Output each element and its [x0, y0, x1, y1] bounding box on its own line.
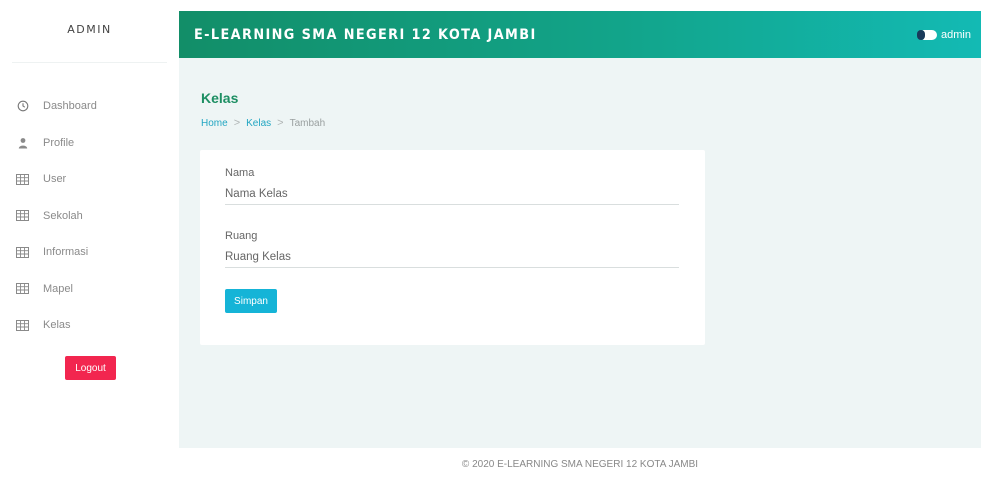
sidebar-item-label: Informasi — [43, 246, 89, 259]
sidebar-item-user[interactable]: User — [0, 161, 179, 198]
logout-button[interactable]: Logout — [65, 356, 116, 380]
table-icon — [16, 173, 29, 186]
sidebar-item-label: Mapel — [43, 282, 73, 295]
sidebar-divider — [12, 62, 167, 63]
sidebar-item-kelas[interactable]: Kelas — [0, 307, 179, 344]
breadcrumb-separator-icon: > — [233, 117, 241, 129]
sidebar-item-profile[interactable]: Profile — [0, 125, 179, 162]
top-header: E-LEARNING SMA NEGERI 12 KOTA JAMBI admi… — [179, 11, 981, 58]
sidebar-item-informasi[interactable]: Informasi — [0, 234, 179, 271]
clock-icon — [16, 100, 29, 113]
breadcrumb-home[interactable]: Home — [201, 118, 228, 129]
user-menu[interactable]: admin — [917, 28, 971, 41]
breadcrumb-kelas[interactable]: Kelas — [246, 118, 271, 129]
footer: © 2020 E-LEARNING SMA NEGERI 12 KOTA JAM… — [179, 448, 981, 481]
save-button[interactable]: Simpan — [225, 289, 277, 313]
sidebar-item-mapel[interactable]: Mapel — [0, 271, 179, 308]
sidebar-item-label: Profile — [43, 136, 75, 149]
user-icon — [16, 136, 29, 149]
form-card: Nama Ruang Simpan — [200, 150, 705, 345]
avatar-icon — [917, 29, 938, 40]
sidebar-item-dashboard[interactable]: Dashboard — [0, 88, 179, 125]
ruang-label: Ruang — [225, 230, 258, 242]
main-content: Kelas Home > Kelas > Tambah Nama Ruang S… — [179, 58, 981, 448]
sidebar-item-label: User — [43, 173, 67, 186]
sidebar-item-label: Kelas — [43, 319, 71, 332]
app-title: E-LEARNING SMA NEGERI 12 KOTA JAMBI — [194, 26, 537, 43]
sidebar-item-label: Sekolah — [43, 209, 83, 222]
table-icon — [16, 209, 29, 222]
page-title: Kelas — [201, 90, 239, 106]
table-icon — [16, 246, 29, 259]
table-icon — [16, 319, 29, 332]
sidebar-brand: ADMIN — [67, 22, 112, 36]
table-icon — [16, 282, 29, 295]
footer-copyright: © 2020 E-LEARNING SMA NEGERI 12 KOTA JAM… — [461, 459, 699, 470]
breadcrumb-current: Tambah — [289, 117, 326, 129]
sidebar: ADMIN Dashboard Profile User Sekolah Inf… — [0, 0, 179, 481]
breadcrumb: Home > Kelas > Tambah — [201, 117, 325, 129]
sidebar-menu: Dashboard Profile User Sekolah Informasi — [0, 88, 179, 344]
sidebar-item-sekolah[interactable]: Sekolah — [0, 198, 179, 235]
breadcrumb-separator-icon: > — [277, 117, 284, 129]
nama-label: Nama — [225, 167, 255, 179]
ruang-kelas-input[interactable] — [225, 246, 679, 268]
nama-kelas-input[interactable] — [225, 183, 679, 205]
sidebar-item-label: Dashboard — [43, 100, 97, 113]
username: admin — [941, 28, 971, 41]
